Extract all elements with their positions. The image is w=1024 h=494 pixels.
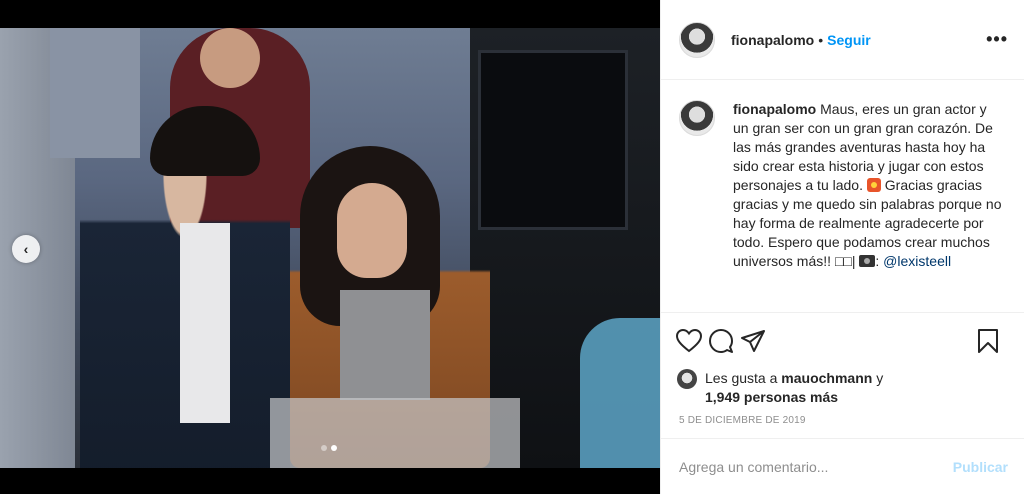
photo-blue-object <box>580 318 660 468</box>
carousel-prev-button[interactable]: ‹ <box>12 235 40 263</box>
heart-icon <box>676 329 702 353</box>
likes-others-link[interactable]: 1,949 personas más <box>705 389 838 405</box>
photo-man-shirt <box>180 223 230 423</box>
photo-woman-shirt <box>340 290 430 400</box>
carousel-dots <box>321 445 337 451</box>
carousel-dot-1 <box>321 445 327 451</box>
comment-input[interactable]: Agrega un comentario... <box>679 459 953 475</box>
likes-conjunction: y <box>876 370 884 386</box>
photo-monitor <box>478 50 628 230</box>
post-header: fionapalomo • Seguir ••• <box>661 0 1024 80</box>
more-options-icon[interactable]: ••• <box>986 29 1008 50</box>
collision-emoji-icon <box>866 178 881 192</box>
post-date[interactable]: 5 DE DICIEMBRE DE 2019 <box>661 407 1024 426</box>
likes-user-link[interactable]: mauochmann <box>781 370 872 386</box>
caption-avatar[interactable] <box>679 100 715 136</box>
follow-button[interactable]: Seguir <box>827 32 871 48</box>
bookmark-icon <box>978 329 998 353</box>
comment-bar: Agrega un comentario... Publicar <box>661 438 1024 494</box>
photo-pane: ‹ <box>0 0 660 494</box>
camera-emoji-icon <box>859 255 876 267</box>
chevron-left-icon: ‹ <box>23 241 29 257</box>
likes-prefix: Les gusta a <box>705 370 778 386</box>
caption-mention-link[interactable]: @lexisteell <box>883 253 951 269</box>
instagram-post-viewer: ‹ fionapalomo • Seguir ••• fionapalomo M… <box>0 0 1024 494</box>
publish-button[interactable]: Publicar <box>953 459 1008 475</box>
likes-summary: Les gusta a mauochmann y 1,949 personas … <box>661 369 1024 407</box>
caption-body-3: □□| <box>834 253 856 269</box>
likes-text: Les gusta a mauochmann y 1,949 personas … <box>705 369 883 407</box>
save-button[interactable] <box>968 321 1008 361</box>
share-button[interactable] <box>733 321 773 361</box>
post-photo[interactable] <box>0 28 660 468</box>
caption-area: fionapalomo Maus, eres un gran actor y u… <box>661 80 1024 313</box>
liker-avatar[interactable] <box>677 369 697 389</box>
photo-woman-face <box>337 183 407 278</box>
action-bar <box>661 313 1024 369</box>
caption-text: fionapalomo Maus, eres un gran actor y u… <box>733 101 1002 269</box>
comment-icon <box>709 329 733 353</box>
photo-desk <box>270 398 520 468</box>
avatar[interactable] <box>679 21 715 58</box>
caption-username[interactable]: fionapalomo <box>733 101 816 117</box>
header-username[interactable]: fionapalomo <box>731 32 814 48</box>
carousel-dot-2 <box>331 445 337 451</box>
share-icon <box>741 330 765 352</box>
photo-background-face <box>200 28 260 88</box>
post-sidebar: fionapalomo • Seguir ••• fionapalomo Mau… <box>660 0 1024 494</box>
header-separator: • <box>818 31 824 48</box>
